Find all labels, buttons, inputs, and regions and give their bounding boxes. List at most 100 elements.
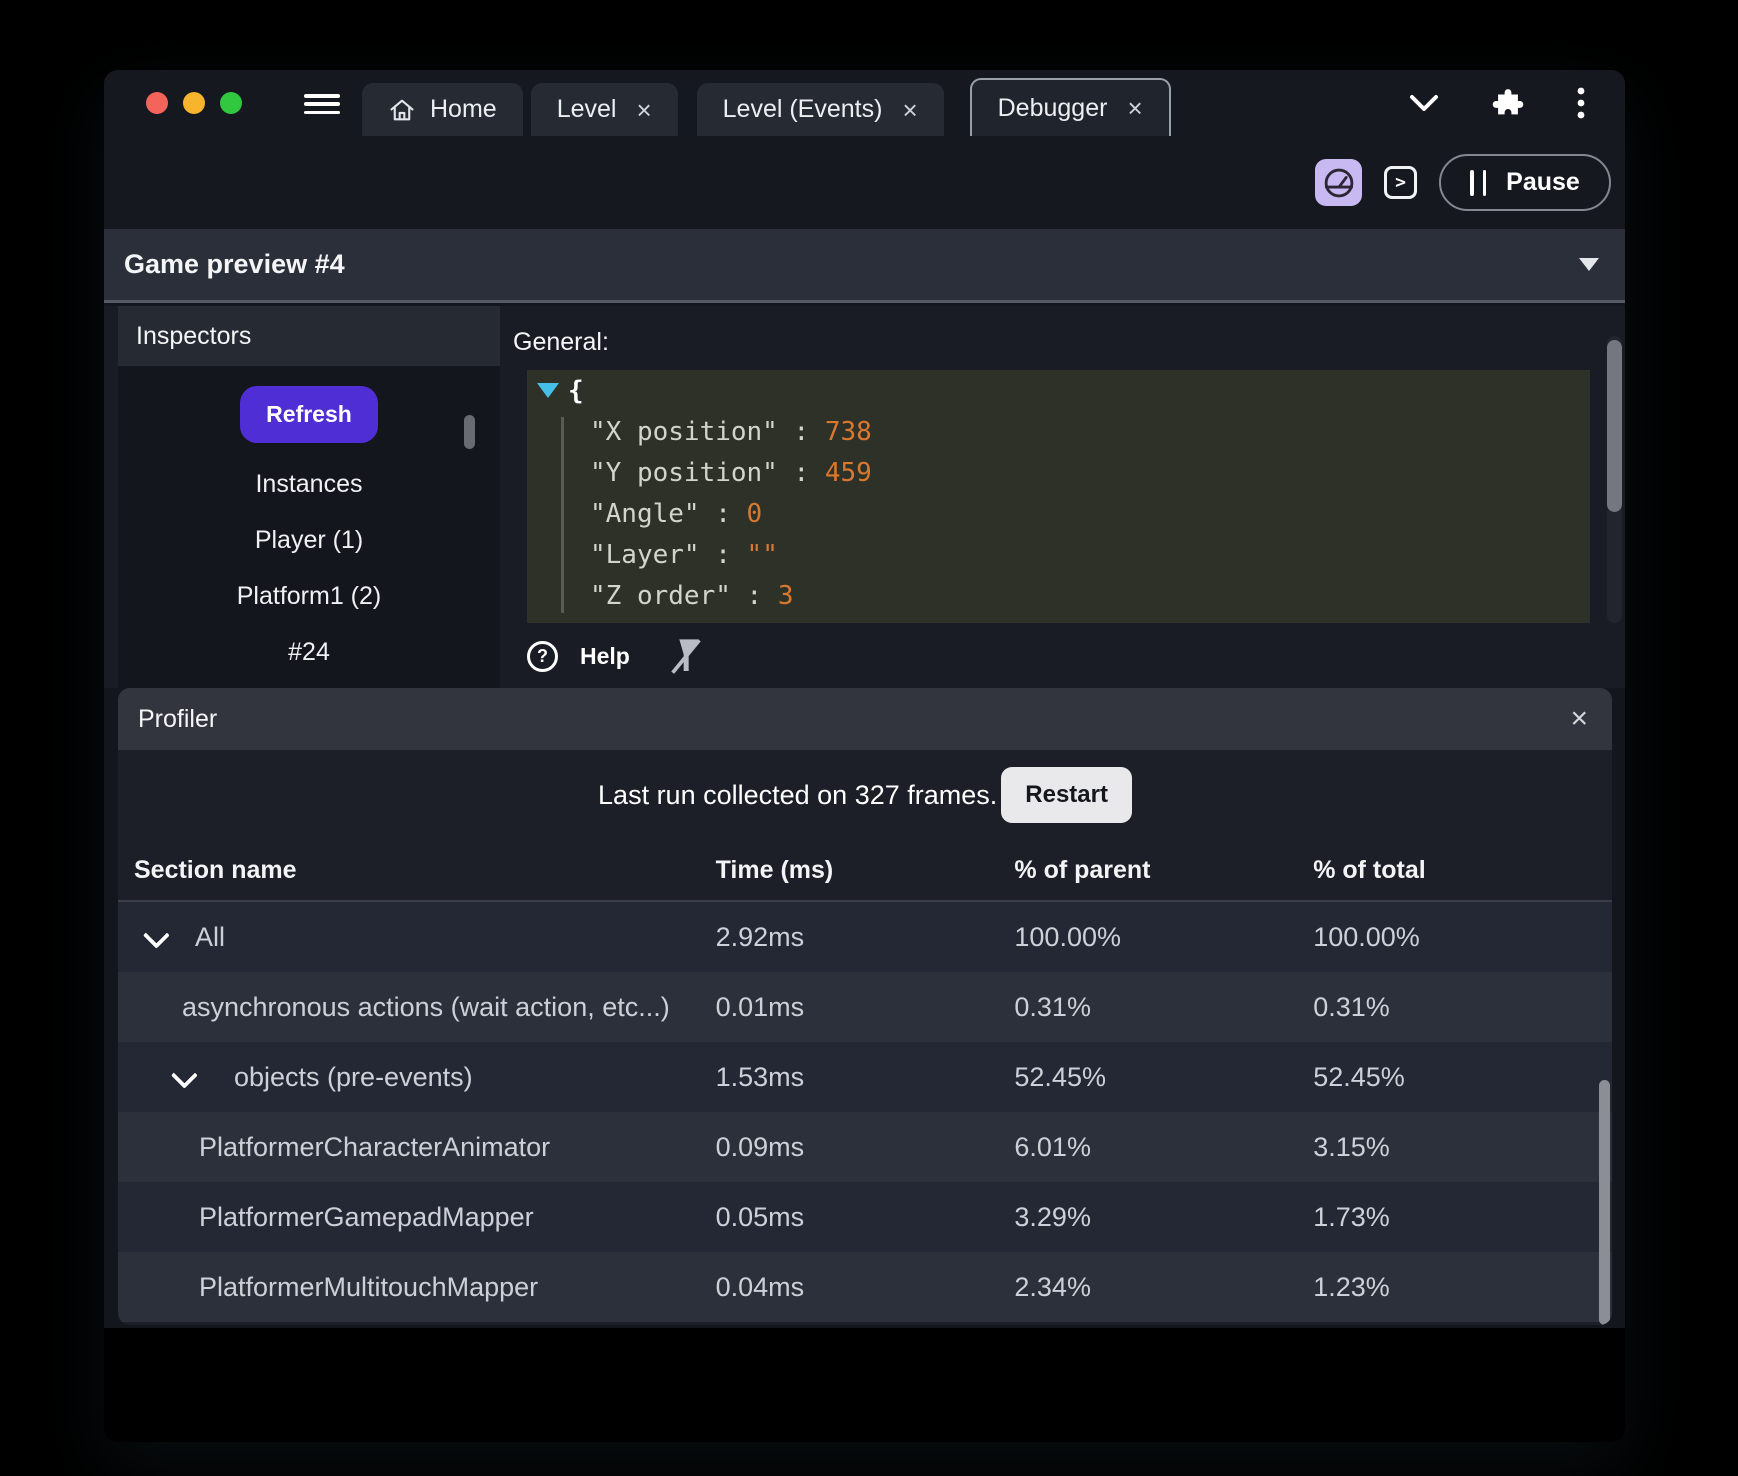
tab-strip: Home Level × Level (Events) × Debugger × (362, 78, 1171, 136)
tab-close-icon[interactable]: × (902, 97, 917, 123)
inspector-tree-item[interactable]: #24 (118, 638, 500, 667)
refresh-button[interactable]: Refresh (240, 386, 378, 443)
profiler-status-row: Last run collected on 327 frames. Restar… (118, 750, 1612, 840)
cell-percent-parent: 6.01% (1014, 1131, 1091, 1162)
kebab-menu-icon[interactable] (1577, 86, 1585, 120)
tab-close-icon[interactable]: × (1127, 95, 1142, 121)
profiler-row-platformergamepadmapper: PlatformerGamepadMapper 0.05ms 3.29% 1.73% (118, 1182, 1612, 1252)
json-key: "Layer" (590, 539, 700, 570)
game-preview-title: Game preview #4 (124, 249, 345, 279)
json-collapse-triangle-icon[interactable] (537, 383, 559, 398)
cell-percent-parent: 52.45% (1014, 1061, 1106, 1092)
json-root-line: { (527, 370, 1590, 411)
cell-percent-parent: 3.29% (1014, 1201, 1091, 1232)
debugger-toolbar: > Pause (104, 136, 1625, 229)
cell-time: 0.09ms (715, 1131, 805, 1162)
help-icon[interactable]: ? (527, 640, 558, 672)
home-icon (388, 97, 416, 123)
chevron-down-icon[interactable] (1409, 94, 1439, 112)
profiler-header: Profiler × (118, 688, 1612, 750)
json-inspector: { "X position" : 738 "Y position" : 459 "A… (527, 370, 1590, 623)
content-scrollbar-thumb[interactable] (1607, 340, 1622, 512)
titlebar-icons (1409, 70, 1625, 136)
profiler-speedometer-button[interactable] (1315, 159, 1362, 206)
json-property-line: "Y position" : 459 (527, 452, 1590, 493)
unpin-icon[interactable] (666, 634, 706, 678)
restart-button[interactable]: Restart (1001, 767, 1132, 823)
json-property-line: "Z order" : 3 (527, 575, 1590, 616)
window-empty-area (104, 1328, 1625, 1442)
profiler-table-body: All 2.92ms 100.00% 100.00% asynchronous acti… (118, 902, 1612, 1322)
json-separator: : (730, 580, 778, 611)
json-value: 738 (824, 416, 872, 447)
inspector-content: Inspectors Refresh Instances Player (1) Pl… (104, 306, 1625, 688)
profiler-row-objects-pre-events: objects (pre-events) 1.53ms 52.45% 52.45% (118, 1042, 1612, 1112)
tab-label: Level (Events) (722, 95, 883, 123)
console-prompt-icon: > (1395, 172, 1406, 193)
tab-level-events-[interactable]: Level (Events) × (696, 83, 944, 136)
game-preview-header[interactable]: Game preview #4 (104, 229, 1625, 303)
expand-chevron-icon[interactable] (170, 1061, 198, 1089)
expand-chevron-icon[interactable] (142, 921, 170, 949)
cell-percent-total: 1.23% (1313, 1271, 1390, 1302)
zoom-window-button[interactable] (220, 92, 242, 114)
help-row: ? Help (527, 634, 706, 678)
inspector-tree-item[interactable]: Player (1) (118, 526, 500, 555)
column-header-section-name: Section name (134, 855, 297, 884)
general-section-title: General: (513, 328, 609, 356)
cell-time: 1.53ms (715, 1061, 805, 1092)
tab-debugger[interactable]: Debugger × (969, 78, 1171, 136)
json-separator: : (777, 416, 825, 447)
cell-time: 0.04ms (715, 1271, 805, 1302)
profiler-scrollbar-thumb[interactable] (1599, 1080, 1610, 1325)
desktop: { "titlebar": { "tabs": [ {"label": "Hom… (0, 0, 1738, 1476)
json-key: "X position" (590, 416, 778, 447)
help-label[interactable]: Help (580, 643, 630, 670)
console-button[interactable]: > (1384, 166, 1417, 199)
minimize-window-button[interactable] (183, 92, 205, 114)
section-name: asynchronous actions (wait action, etc..… (182, 991, 670, 1022)
tab-label: Level (556, 95, 617, 123)
close-window-button[interactable] (146, 92, 168, 114)
inspector-tree-item[interactable]: Platform1 (2) (118, 582, 500, 611)
cell-percent-total: 0.31% (1313, 991, 1390, 1022)
cell-time: 2.92ms (715, 921, 805, 952)
section-name: PlatformerCharacterAnimator (199, 1131, 551, 1162)
inspectors-scrollbar-thumb[interactable] (464, 415, 475, 449)
profiler-status-text: Last run collected on 327 frames. (598, 779, 998, 810)
profiler-row-asynchronous-actions-wait-action-etc: asynchronous actions (wait action, etc..… (118, 972, 1612, 1042)
json-property-line: "X position" : 738 (527, 411, 1590, 452)
profiler-row-platformermultitouchmapper: PlatformerMultitouchMapper 0.04ms 2.34% 1.2… (118, 1252, 1612, 1322)
profiler-title: Profiler (138, 704, 218, 733)
tab-level[interactable]: Level × (530, 83, 678, 136)
json-separator: : (777, 457, 825, 488)
inspectors-tree: Refresh Instances Player (1) Platform1 (2)… (118, 366, 500, 688)
tab-home[interactable]: Home (362, 83, 523, 136)
json-key: "Angle" (590, 498, 700, 529)
tab-bar: Home Level × Level (Events) × Debugger × (104, 70, 1625, 136)
hamburger-menu-icon[interactable] (304, 94, 340, 114)
pause-button[interactable]: Pause (1439, 154, 1611, 211)
cell-percent-parent: 2.34% (1014, 1271, 1091, 1302)
cell-percent-total: 1.73% (1313, 1201, 1390, 1232)
tab-label: Home (430, 95, 497, 123)
cell-percent-parent: 0.31% (1014, 991, 1091, 1022)
tab-close-icon[interactable]: × (636, 97, 651, 123)
json-key: "Z order" (590, 580, 731, 611)
profiler-close-icon[interactable]: × (1570, 704, 1588, 734)
content-scrollbar-track[interactable] (1607, 336, 1622, 623)
extensions-puzzle-icon[interactable] (1491, 86, 1525, 120)
pause-button-label: Pause (1506, 168, 1580, 196)
column-header-percent-parent: % of parent (1014, 855, 1151, 884)
json-separator: : (699, 539, 747, 570)
caret-down-icon[interactable] (1579, 258, 1599, 271)
cell-percent-total: 52.45% (1313, 1061, 1405, 1092)
tab-label: Debugger (997, 93, 1108, 122)
cell-percent-total: 3.15% (1313, 1131, 1390, 1162)
json-open-brace: { (568, 375, 584, 406)
inspector-tree-item[interactable]: Instances (118, 470, 500, 499)
cell-time: 0.01ms (715, 991, 805, 1022)
json-value: "" (746, 539, 778, 570)
profiler-row-platformercharacteranimator: PlatformerCharacterAnimator 0.09ms 6.01% 3.… (118, 1112, 1612, 1182)
json-property-line: "Layer" : "" (527, 534, 1590, 575)
